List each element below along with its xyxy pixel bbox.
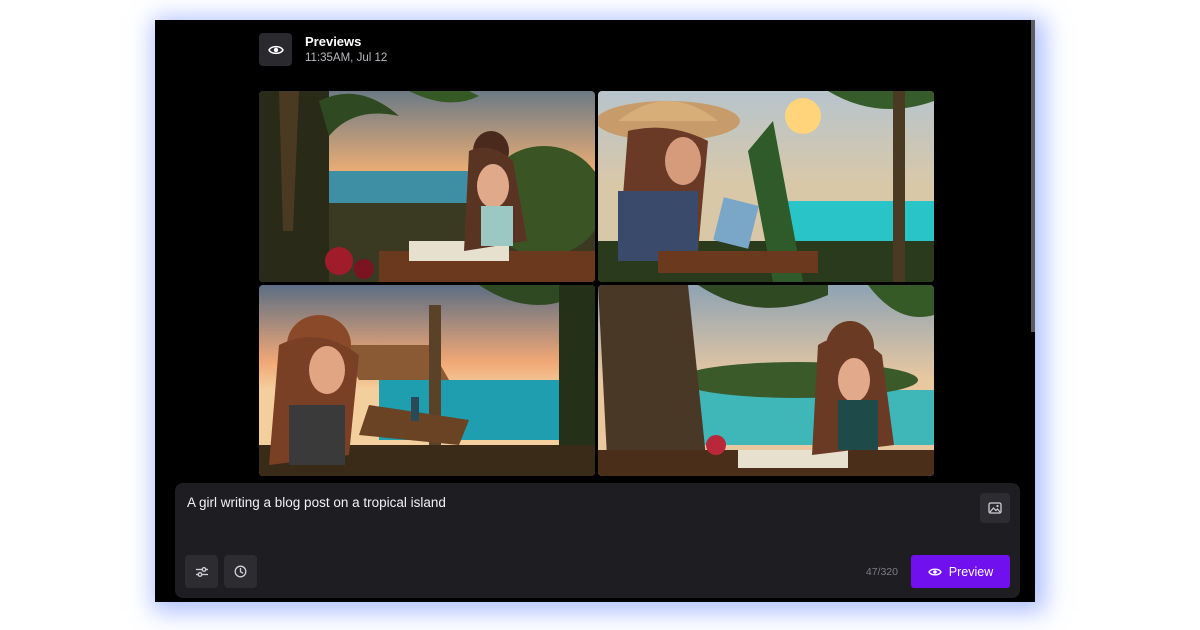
prompt-panel: A girl writing a blog post on a tropical… xyxy=(175,483,1020,598)
preview-image-4[interactable] xyxy=(598,285,934,476)
clock-icon xyxy=(234,565,247,578)
settings-button[interactable] xyxy=(185,555,218,588)
preview-button-label: Preview xyxy=(948,564,994,579)
preview-image-2[interactable] xyxy=(598,91,934,282)
image-icon xyxy=(988,502,1002,514)
previews-eye-button[interactable] xyxy=(259,33,292,66)
eye-icon xyxy=(927,567,942,576)
preview-header: Previews 11:35AM, Jul 12 xyxy=(259,33,387,66)
image-upload-button[interactable] xyxy=(980,493,1010,523)
preview-image-1[interactable] xyxy=(259,91,595,282)
page-title: Previews xyxy=(305,34,362,49)
eye-icon xyxy=(267,45,284,54)
history-button[interactable] xyxy=(224,555,257,588)
prompt-input[interactable]: A girl writing a blog post on a tropical… xyxy=(187,495,446,510)
sliders-icon xyxy=(195,566,208,577)
preview-image-3[interactable] xyxy=(259,285,595,476)
preview-button[interactable]: Preview xyxy=(911,555,1010,588)
scrollbar[interactable] xyxy=(1031,20,1035,332)
character-counter: 47/320 xyxy=(865,566,898,578)
timestamp: 11:35AM, Jul 12 xyxy=(305,52,388,64)
app-window: Previews 11:35AM, Jul 12 A girl writing … xyxy=(155,20,1035,602)
preview-grid xyxy=(259,91,935,477)
